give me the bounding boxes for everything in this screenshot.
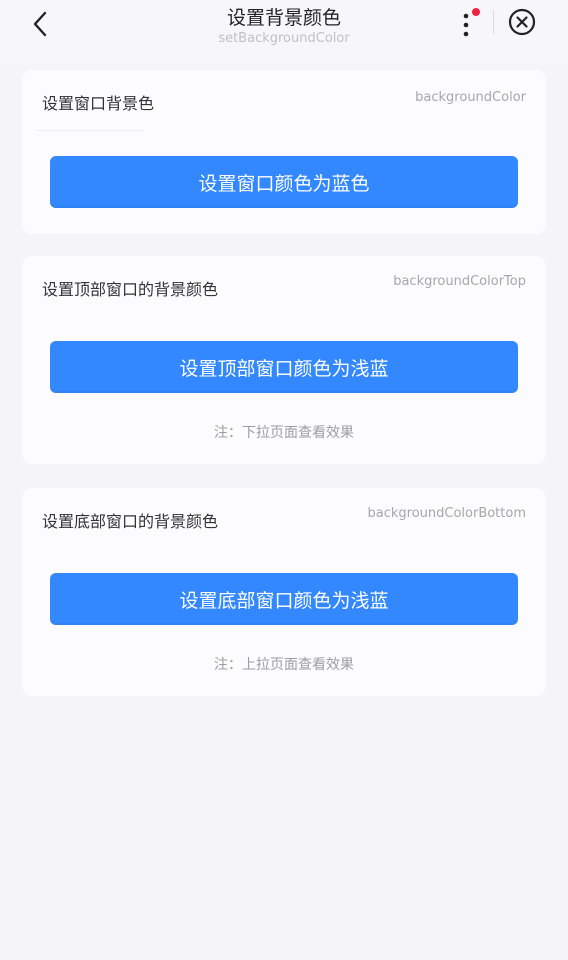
more-menu-button[interactable]	[454, 6, 484, 40]
close-circle-icon	[508, 8, 536, 36]
set-window-blue-button[interactable]: 设置窗口颜色为蓝色	[50, 156, 518, 208]
api-tag: backgroundColor	[415, 90, 526, 105]
navigation-bar: 设置背景颜色 setBackgroundColor	[0, 0, 568, 64]
api-tag: backgroundColorTop	[393, 274, 526, 289]
section-label: 设置底部窗口的背景颜色	[42, 512, 219, 531]
set-top-window-lightblue-button[interactable]: 设置顶部窗口颜色为浅蓝	[50, 341, 518, 393]
notification-dot-icon	[472, 8, 480, 16]
hint-note: 注：上拉页面查看效果	[214, 657, 354, 673]
section-label: 设置顶部窗口的背景颜色	[42, 280, 219, 299]
hint-note: 注：下拉页面查看效果	[214, 425, 354, 441]
nav-divider	[493, 10, 494, 34]
card-background-color: 设置窗口背景色 backgroundColor 设置窗口颜色为蓝色	[22, 70, 546, 234]
label-underline	[36, 130, 144, 131]
set-bottom-window-lightblue-button[interactable]: 设置底部窗口颜色为浅蓝	[50, 573, 518, 625]
more-vertical-icon	[463, 8, 480, 37]
section-label: 设置窗口背景色	[42, 94, 155, 113]
card-background-color-bottom: 设置底部窗口的背景颜色 backgroundColorBottom 设置底部窗口…	[22, 488, 546, 696]
close-button[interactable]	[506, 6, 538, 38]
card-background-color-top: 设置顶部窗口的背景颜色 backgroundColorTop 设置顶部窗口颜色为…	[22, 256, 546, 464]
api-tag: backgroundColorBottom	[367, 506, 526, 521]
